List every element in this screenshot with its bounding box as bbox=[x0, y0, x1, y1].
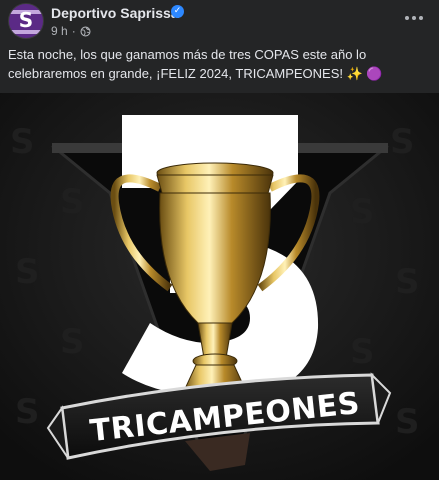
svg-text:S: S bbox=[15, 252, 40, 292]
ellipsis-icon bbox=[405, 16, 409, 20]
post-meta: 9 h · bbox=[51, 24, 91, 38]
svg-text:S: S bbox=[15, 392, 40, 432]
page-avatar[interactable]: S bbox=[8, 3, 44, 39]
post-image[interactable]: SSS SS SSS SS TRICAMPEONES bbox=[0, 93, 439, 480]
post-timestamp[interactable]: 9 h bbox=[51, 24, 68, 38]
svg-text:S: S bbox=[60, 182, 85, 222]
globe-icon[interactable] bbox=[80, 25, 91, 37]
svg-text:S: S bbox=[395, 402, 420, 442]
avatar-letter: S bbox=[18, 8, 34, 32]
svg-text:S: S bbox=[60, 322, 85, 362]
more-options-button[interactable] bbox=[398, 6, 430, 30]
ellipsis-icon bbox=[412, 16, 416, 20]
svg-text:S: S bbox=[390, 122, 415, 162]
svg-text:S: S bbox=[395, 262, 420, 302]
svg-text:S: S bbox=[350, 332, 375, 372]
svg-text:S: S bbox=[10, 122, 35, 162]
post-header: S Deportivo Saprissa ✓ 9 h · bbox=[0, 0, 439, 42]
post-text: Esta noche, los que ganamos más de tres … bbox=[8, 47, 383, 81]
ellipsis-icon bbox=[419, 16, 423, 20]
meta-separator: · bbox=[71, 24, 76, 38]
svg-text:S: S bbox=[350, 192, 375, 232]
verified-badge-icon: ✓ bbox=[171, 5, 184, 18]
page-name-link[interactable]: Deportivo Saprissa bbox=[51, 5, 179, 21]
